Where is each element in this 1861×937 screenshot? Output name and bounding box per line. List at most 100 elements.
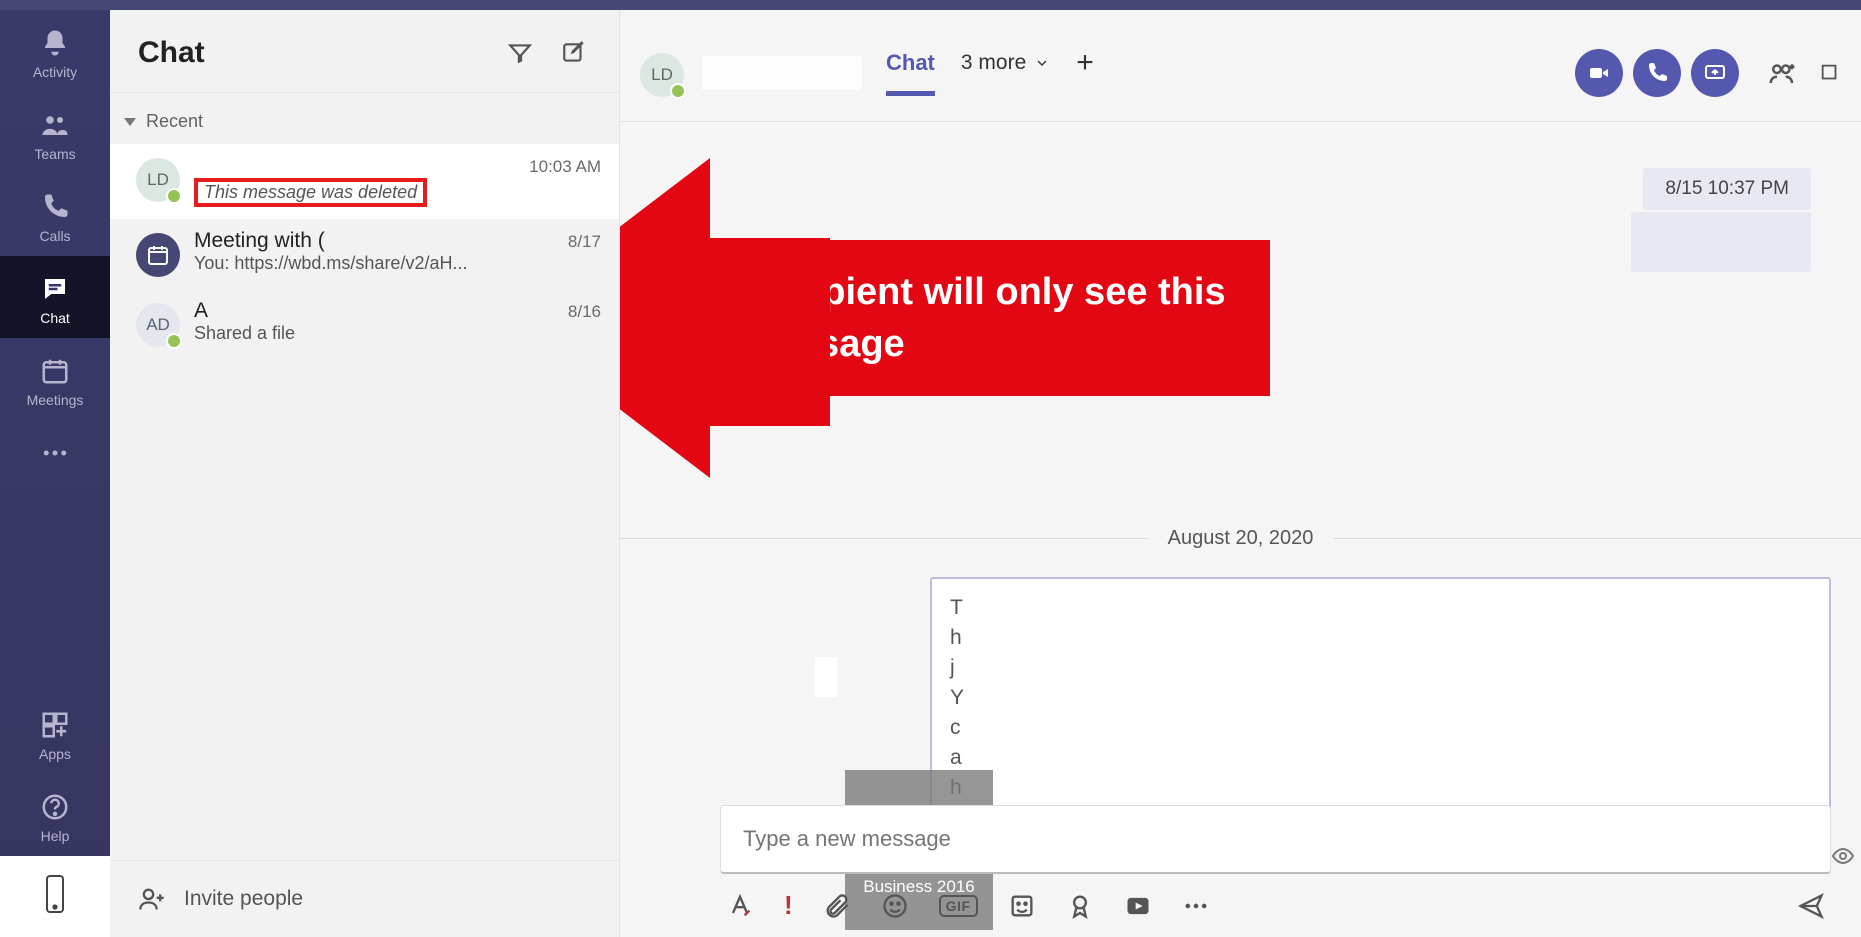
sticker-icon xyxy=(1008,892,1036,920)
gif-button[interactable]: GIF xyxy=(939,895,978,917)
video-square-icon xyxy=(1124,892,1152,920)
chat-list-item[interactable]: Meeting with ( 8/17 You: https://wbd.ms/… xyxy=(110,219,619,289)
chat-item-time: 8/17 xyxy=(568,232,601,252)
avatar-initials: LD xyxy=(147,170,169,190)
compose-icon xyxy=(561,40,587,66)
nav-help[interactable]: Help xyxy=(0,774,110,856)
msg-line: c xyxy=(950,713,1811,743)
presence-available-icon xyxy=(670,83,686,99)
chat-list-panel: Chat Recent LD xyxy=(110,10,620,937)
nav-mobile[interactable] xyxy=(0,856,110,937)
video-icon xyxy=(1587,61,1611,85)
bell-icon xyxy=(39,28,71,58)
nav-teams[interactable]: Teams xyxy=(0,92,110,174)
chat-list-item[interactable]: LD 10:03 AM This message was deleted xyxy=(110,144,619,219)
add-people-icon[interactable] xyxy=(1767,58,1797,88)
dots-icon xyxy=(1182,892,1210,920)
praise-button[interactable] xyxy=(1066,892,1094,920)
emoji-button[interactable] xyxy=(881,892,909,920)
conversation-pane: LD Chat 3 more + xyxy=(620,10,1861,937)
chat-item-title xyxy=(194,154,200,178)
section-recent[interactable]: Recent xyxy=(110,93,619,144)
panel-title: Chat xyxy=(138,36,205,70)
nav-label: Apps xyxy=(0,746,110,762)
add-tab-button[interactable]: + xyxy=(1076,46,1094,100)
avatar: AD xyxy=(136,303,180,347)
calendar-icon xyxy=(146,243,170,267)
presence-available-icon xyxy=(166,188,182,204)
format-button[interactable] xyxy=(726,892,754,920)
title-bar xyxy=(0,0,1861,10)
annotation-arrow-stem xyxy=(710,238,830,426)
filter-button[interactable] xyxy=(503,36,537,70)
attach-button[interactable] xyxy=(823,892,851,920)
avatar-initials: LD xyxy=(651,65,673,85)
audio-call-button[interactable] xyxy=(1633,49,1681,97)
chat-item-title: A xyxy=(194,299,208,323)
section-label-text: Recent xyxy=(146,111,203,132)
dots-icon xyxy=(39,438,71,468)
format-icon xyxy=(726,892,754,920)
paperclip-icon xyxy=(823,892,851,920)
compose-toolbar: ! GIF xyxy=(720,874,1831,927)
invite-people-label: Invite people xyxy=(184,887,303,911)
nav-label: Teams xyxy=(0,146,110,162)
nav-calls[interactable]: Calls xyxy=(0,174,110,256)
message-timestamp: 8/15 10:37 PM xyxy=(1643,168,1811,210)
compose-area: ! GIF xyxy=(720,805,1831,927)
msg-line: a xyxy=(950,743,1811,773)
new-chat-button[interactable] xyxy=(557,36,591,70)
chat-list-item[interactable]: AD A 8/16 Shared a file xyxy=(110,289,619,359)
chat-item-preview: Shared a file xyxy=(194,323,601,344)
badge-icon xyxy=(1066,892,1094,920)
sticker-button[interactable] xyxy=(1008,892,1036,920)
date-divider-text: August 20, 2020 xyxy=(1148,527,1334,550)
sent-message-bubble xyxy=(1631,212,1811,272)
contact-name xyxy=(702,56,862,90)
presence-available-icon xyxy=(166,333,182,349)
read-receipt-icon xyxy=(1831,844,1855,873)
chat-list-header: Chat xyxy=(110,10,619,93)
chat-item-preview: You: https://wbd.ms/share/v2/aH... xyxy=(194,253,601,274)
nav-label: Meetings xyxy=(0,392,110,408)
tab-more-label: 3 more xyxy=(961,51,1026,75)
avatar: LD xyxy=(136,158,180,202)
msg-line: h xyxy=(950,623,1811,653)
avatar-initials: AD xyxy=(146,315,170,335)
calendar-icon xyxy=(39,356,71,386)
nav-more[interactable] xyxy=(0,420,110,480)
tab-chat[interactable]: Chat xyxy=(886,50,935,96)
important-button[interactable]: ! xyxy=(784,890,793,921)
filter-icon xyxy=(507,40,533,66)
nav-label: Activity xyxy=(0,64,110,80)
invite-people-button[interactable]: Invite people xyxy=(110,860,619,937)
chat-item-time: 10:03 AM xyxy=(529,157,601,177)
chat-item-time: 8/16 xyxy=(568,302,601,322)
gif-icon: GIF xyxy=(939,895,978,917)
annotation-arrow: Recipient will only see this message xyxy=(620,158,1270,478)
message-input[interactable] xyxy=(720,805,1831,874)
chat-icon xyxy=(39,274,71,304)
date-divider: August 20, 2020 xyxy=(620,527,1861,550)
nav-activity[interactable]: Activity xyxy=(0,10,110,92)
screenshare-icon xyxy=(1703,61,1727,85)
mobile-icon xyxy=(42,874,68,914)
chat-item-preview: This message was deleted xyxy=(204,182,417,202)
send-button[interactable] xyxy=(1797,892,1825,920)
tab-more[interactable]: 3 more xyxy=(961,51,1050,95)
nav-rail: Activity Teams Calls Chat Meetings Apps xyxy=(0,10,110,937)
nav-meetings[interactable]: Meetings xyxy=(0,338,110,420)
stream-button[interactable] xyxy=(1124,892,1152,920)
more-compose-button[interactable] xyxy=(1182,892,1210,920)
popout-icon[interactable] xyxy=(1819,58,1841,88)
video-call-button[interactable] xyxy=(1575,49,1623,97)
nav-apps[interactable]: Apps xyxy=(0,692,110,774)
nav-label: Help xyxy=(0,828,110,844)
emoji-icon xyxy=(881,892,909,920)
received-message-bubble: T h j Y c a h xyxy=(930,577,1831,837)
annotation-text: Recipient will only see this message xyxy=(710,240,1270,396)
deleted-message-highlight: This message was deleted xyxy=(194,178,427,207)
share-screen-button[interactable] xyxy=(1691,49,1739,97)
nav-chat[interactable]: Chat xyxy=(0,256,110,338)
chat-item-title: Meeting with ( xyxy=(194,229,325,253)
